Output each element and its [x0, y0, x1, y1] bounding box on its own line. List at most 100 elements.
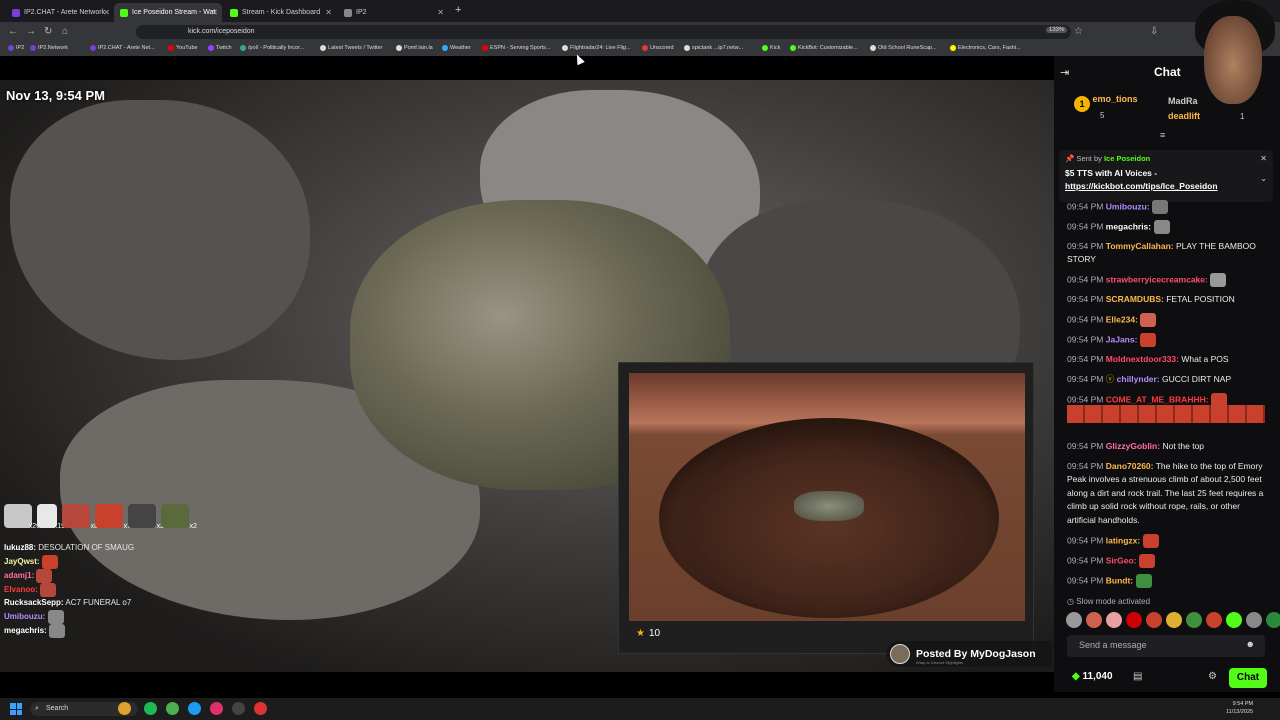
tab-ice-poseidon-stream[interactable]: Ice Poseidon Stream - Wat ✕ — [114, 3, 222, 22]
chat-message: 09:54 PM Umibouzu: — [1067, 200, 1267, 214]
back-icon[interactable]: ← — [8, 26, 18, 37]
bookmark-item[interactable]: Old School RuneScap... — [870, 45, 937, 51]
bookmark-item[interactable]: Pomf.lain.la — [396, 45, 433, 51]
chevron-down-icon[interactable]: ⌄ — [1260, 174, 1267, 183]
url-input[interactable]: kick.com/iceposeidon — [136, 25, 1071, 39]
crater-figure — [794, 491, 864, 521]
home-icon[interactable]: ⌂ — [62, 26, 68, 37]
kick-favicon-icon — [120, 8, 128, 17]
quick-emote-bar — [1066, 612, 1280, 628]
gift-leaderboard[interactable]: 1 emo_tions 5 MadRa deadlift 1 — [1074, 94, 1244, 121]
browser-tab-strip: IP2.CHAT - Arete Network ✕ Ice Poseidon … — [0, 0, 1280, 22]
spotify-icon[interactable] — [144, 702, 157, 715]
tab-title: IP2 — [356, 9, 367, 16]
quick-emote[interactable] — [1206, 612, 1222, 628]
rating-count: 10 — [648, 628, 661, 639]
bookmark-item[interactable]: Latest Tweets / Twitter — [320, 45, 383, 51]
unpin-icon[interactable]: ✕ — [1260, 154, 1267, 163]
posted-by-sub: Wrap.tv Discord Highlights — [916, 660, 964, 665]
bookmark-item[interactable]: spictank ...ip7.netw... — [684, 45, 743, 51]
bookmark-item[interactable]: Unscored — [642, 45, 674, 51]
file-explorer-icon[interactable] — [118, 702, 131, 715]
quick-emote[interactable] — [1226, 612, 1242, 628]
clock-icon: ◷ — [1067, 597, 1074, 606]
chat-message: 09:54 PM Bundt: — [1067, 574, 1267, 588]
search-icon: ⌕ — [35, 705, 39, 712]
streamer-webcam — [1190, 0, 1280, 120]
leader-name: emo_tions — [1092, 94, 1138, 104]
close-tab-icon[interactable]: ✕ — [103, 8, 110, 17]
pin-icon: 📌 — [1065, 154, 1075, 163]
quick-emote[interactable] — [1246, 612, 1262, 628]
chat-message: 09:54 PM GlizzyGoblin: Not the top — [1067, 441, 1205, 451]
pinned-sender: Ice Poseidon — [1103, 154, 1151, 163]
chat-message-input[interactable]: Send a message ☻ — [1067, 635, 1265, 657]
rank-badge: 1 — [1074, 96, 1090, 112]
reload-icon[interactable]: ↻ — [44, 26, 52, 37]
chat-message: 09:54 PM TommyCallahan: PLAY THE BAMBOO … — [1067, 241, 1256, 265]
bookmark-item[interactable]: YouTube — [168, 45, 198, 51]
tab-kick-dashboard[interactable]: Stream - Kick Dashboard ✕ — [224, 3, 336, 22]
steam-icon[interactable] — [188, 702, 201, 715]
collapse-chat-icon[interactable]: ⇥ — [1060, 66, 1069, 79]
gear-icon[interactable]: ⚙ — [1208, 671, 1217, 682]
bookmark-item[interactable]: Weather — [442, 45, 471, 51]
pinned-message[interactable]: 📌 Sent by Ice Poseidon $5 TTS with AI Vo… — [1059, 150, 1273, 202]
tab-title: Stream - Kick Dashboard — [242, 9, 321, 16]
download-icon[interactable]: ⇩ — [1150, 26, 1158, 37]
quick-emote[interactable] — [1066, 612, 1082, 628]
quick-emote[interactable] — [1126, 612, 1142, 628]
bookmark-item[interactable]: Electronics, Cars, Fashi... — [950, 45, 1021, 51]
tab-ip2-chat[interactable]: IP2.CHAT - Arete Network ✕ — [6, 3, 114, 22]
quick-emote[interactable] — [1146, 612, 1162, 628]
bookmark-item[interactable]: IP2.Network — [30, 45, 68, 51]
capcut-icon[interactable] — [232, 702, 245, 715]
send-chat-button[interactable]: Chat — [1229, 668, 1267, 688]
filter-icon[interactable]: ≡ — [1160, 130, 1165, 140]
quick-emote[interactable] — [1266, 612, 1280, 628]
emote-combo: x2 — [128, 504, 164, 530]
chat-message: 09:54 PM megachris: — [1067, 220, 1267, 234]
chat-message: 09:54 PM JaJans: — [1067, 333, 1267, 347]
bookmark-item[interactable]: Twitch — [208, 45, 232, 51]
emote-combo: x26 — [4, 504, 40, 530]
emoji-picker-icon[interactable]: ☻ — [1246, 639, 1255, 649]
bookmark-item[interactable]: Flightradar24: Live Flig... — [562, 45, 631, 51]
stream-timestamp: Nov 13, 9:54 PM — [6, 88, 105, 103]
bookmarks-bar: IP2 IP2.Network IP2.CHAT - Arete Net... … — [0, 42, 1280, 56]
channel-points[interactable]: ◆ 11,040 — [1072, 671, 1113, 682]
quick-emote[interactable] — [1166, 612, 1182, 628]
windows-start-icon[interactable] — [10, 703, 22, 715]
ip2-favicon-icon — [344, 8, 352, 17]
chrome-alt-icon[interactable] — [254, 702, 267, 715]
quick-emote[interactable] — [1106, 612, 1122, 628]
quick-emote[interactable] — [1086, 612, 1102, 628]
avatar — [890, 644, 910, 664]
chrome-icon[interactable] — [166, 702, 179, 715]
forward-icon[interactable]: → — [26, 26, 36, 37]
media-share-overlay: ★ 10 — [618, 362, 1034, 654]
emote-combo-row: x26 x19 x8 x7 x2 x2 — [4, 504, 197, 530]
leader-count: 5 — [1100, 111, 1105, 120]
bookmark-item[interactable]: Kick — [762, 45, 780, 51]
close-tab-icon[interactable]: ✕ — [437, 8, 444, 17]
zoom-badge[interactable]: 133% — [1046, 27, 1068, 33]
bookmark-item[interactable]: IP2.CHAT - Arete Net... — [90, 45, 155, 51]
tip-link[interactable]: https://kickbot.com/tips/Ice_Poseidon — [1065, 181, 1218, 191]
close-tab-icon[interactable]: ✕ — [325, 8, 332, 17]
bookmark-item[interactable]: IP2 — [8, 45, 24, 51]
close-tab-icon[interactable]: ✕ — [211, 8, 218, 17]
new-tab-icon[interactable]: + — [455, 4, 461, 16]
firefox-icon[interactable] — [210, 702, 223, 715]
bookmark-item[interactable]: /pol/ - Politically Incor... — [240, 45, 304, 51]
system-clock[interactable]: 9:54 PM 11/13/2025 — [1226, 700, 1253, 716]
chat-rules-icon[interactable]: ▤ — [1133, 671, 1142, 682]
bookmark-star-icon[interactable]: ☆ — [1074, 26, 1083, 37]
tab-ip2[interactable]: IP2 ✕ — [338, 3, 448, 22]
quick-emote[interactable] — [1186, 612, 1202, 628]
emote-combo: x7 — [95, 504, 131, 530]
posted-by-label: Posted By MyDogJason — [916, 648, 1036, 660]
chat-message: 09:54 PM Dano70260: The hike to the top … — [1067, 461, 1264, 525]
bookmark-item[interactable]: ESPN - Serving Sports... — [482, 45, 551, 51]
bookmark-item[interactable]: KickBot: Customizable... — [790, 45, 858, 51]
